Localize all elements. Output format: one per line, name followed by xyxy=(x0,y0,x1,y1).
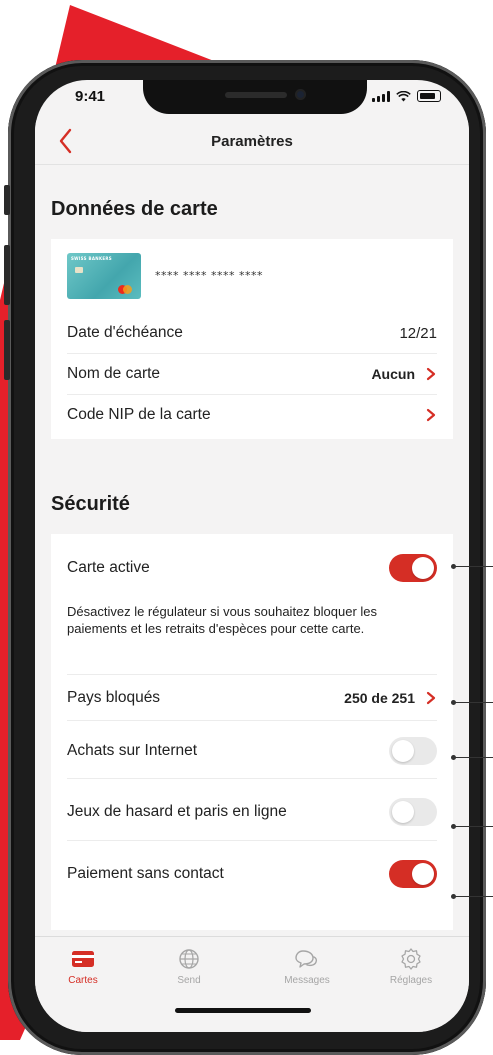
front-camera xyxy=(295,89,306,100)
card-brand-text: SWISS BANKERS xyxy=(71,256,112,261)
notch xyxy=(143,80,367,114)
toggle-knob xyxy=(412,863,434,885)
callout-line xyxy=(453,702,493,703)
tab-bar: Cartes Send Messages Réglages xyxy=(35,936,469,1032)
tab-send[interactable]: Send xyxy=(149,947,229,986)
chevron-right-icon xyxy=(426,367,436,381)
tab-label: Messages xyxy=(284,975,330,986)
tab-reglages[interactable]: Réglages xyxy=(371,947,451,986)
wifi-icon xyxy=(396,90,411,101)
callout-dot xyxy=(451,755,456,760)
callout-dot xyxy=(451,564,456,569)
card-data-box: SWISS BANKERS **** **** **** **** Date d… xyxy=(51,239,453,439)
card-name-label: Nom de carte xyxy=(67,365,161,382)
contactless-row: Paiement sans contact xyxy=(67,846,437,902)
divider xyxy=(67,674,437,675)
blocked-countries-row[interactable]: Pays bloqués 250 de 251 xyxy=(67,676,437,721)
card-icon xyxy=(72,951,94,967)
toggle-knob xyxy=(412,557,434,579)
status-icons xyxy=(372,90,441,102)
gambling-toggle[interactable] xyxy=(389,798,437,826)
card-section-title: Données de carte xyxy=(51,198,218,220)
card-number-masked: **** **** **** **** xyxy=(155,269,263,282)
contactless-toggle[interactable] xyxy=(389,860,437,888)
globe-icon xyxy=(179,949,199,969)
blocked-countries-label: Pays bloqués xyxy=(67,689,161,706)
callout-line xyxy=(453,566,493,567)
signal-icon xyxy=(372,90,390,102)
page-title: Paramètres xyxy=(211,133,293,150)
toggle-knob xyxy=(392,801,414,823)
blocked-countries-value: 250 de 251 xyxy=(344,690,415,706)
expiry-date-value: 12/21 xyxy=(399,324,437,342)
toggle-knob xyxy=(392,740,414,762)
card-name-row[interactable]: Nom de carte Aucun xyxy=(67,354,437,395)
phone-mute-button xyxy=(4,185,10,215)
internet-purchases-label: Achats sur Internet xyxy=(67,742,198,759)
expiry-date-row: Date d'échéance 12/21 xyxy=(67,313,437,354)
home-indicator xyxy=(175,1008,311,1013)
chevron-right-icon xyxy=(426,408,436,422)
tab-label: Send xyxy=(177,975,201,986)
card-thumbnail: SWISS BANKERS xyxy=(67,253,141,299)
tab-cartes[interactable]: Cartes xyxy=(43,947,123,986)
callout-dot xyxy=(451,894,456,899)
phone-volume-up-button xyxy=(4,245,10,305)
battery-icon xyxy=(417,90,441,102)
gambling-label: Jeux de hasard et paris en ligne xyxy=(67,803,287,820)
tab-messages[interactable]: Messages xyxy=(267,947,347,986)
gambling-row: Jeux de hasard et paris en ligne xyxy=(67,784,437,841)
security-section-title: Sécurité xyxy=(51,493,130,515)
card-pin-label: Code NIP de la carte xyxy=(67,406,211,423)
security-box: Carte active Désactivez le régulateur si… xyxy=(51,534,453,930)
phone-volume-down-button xyxy=(4,320,10,380)
mastercard-logo-icon-overlap xyxy=(123,285,132,294)
nav-header: Paramètres xyxy=(35,120,469,164)
tab-label: Cartes xyxy=(68,975,98,986)
callout-line xyxy=(453,896,493,897)
expiry-date-label: Date d'échéance xyxy=(67,324,183,341)
card-chip-icon xyxy=(75,267,83,273)
chat-bubbles-icon xyxy=(295,950,318,968)
gear-icon xyxy=(401,948,421,970)
active-card-toggle[interactable] xyxy=(389,554,437,582)
status-time: 9:41 xyxy=(75,88,106,105)
internet-purchases-toggle[interactable] xyxy=(389,737,437,765)
internet-purchases-row: Achats sur Internet xyxy=(67,724,437,779)
chevron-right-icon xyxy=(426,691,436,705)
callout-dot xyxy=(451,700,456,705)
card-name-value: Aucun xyxy=(371,366,415,382)
callout-line xyxy=(453,757,493,758)
callout-line xyxy=(453,826,493,827)
callout-dot xyxy=(451,824,456,829)
active-card-label: Carte active xyxy=(67,559,150,576)
active-card-row: Carte active xyxy=(67,546,437,590)
tab-label: Réglages xyxy=(389,975,433,986)
notch-speaker xyxy=(225,92,287,98)
phone-screen: 9:41 Paramètres Données de carte SWISS B… xyxy=(35,80,469,1032)
contactless-label: Paiement sans contact xyxy=(67,865,224,882)
card-pin-row[interactable]: Code NIP de la carte xyxy=(67,395,437,435)
active-card-description: Désactivez le régulateur si vous souhait… xyxy=(67,604,378,636)
header-divider xyxy=(35,164,469,165)
